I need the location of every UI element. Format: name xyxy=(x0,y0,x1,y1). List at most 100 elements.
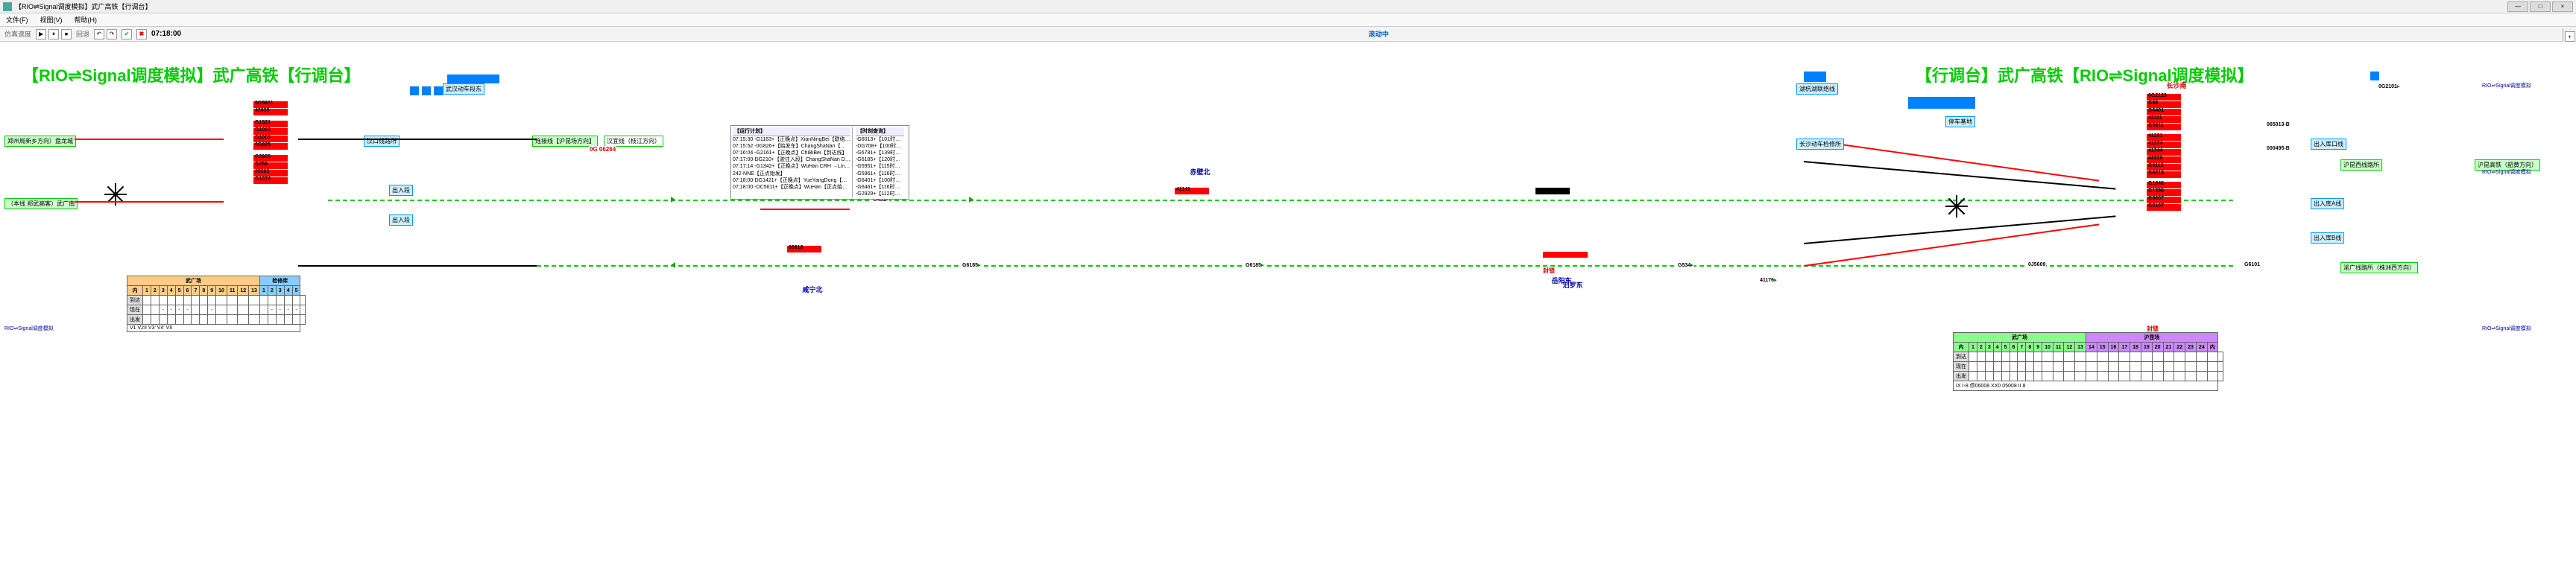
conn-r-9[interactable]: 渝广线路所（株洲西方向） xyxy=(2340,262,2418,273)
conn-r-7[interactable]: 出入库A线 xyxy=(2311,198,2344,209)
train-g534[interactable]: G534 xyxy=(1677,262,1694,268)
redo-button[interactable]: ↷ xyxy=(107,29,117,39)
seg[interactable] xyxy=(760,209,850,210)
plat-lbl: 05202 xyxy=(255,169,269,174)
mainline-down[interactable] xyxy=(328,265,2236,267)
conn-r-8[interactable]: 出入库B线 xyxy=(2311,232,2344,244)
titlebar: 【RIO⇌Signal调度模拟】武广高铁【行调台】 — □ × xyxy=(0,0,2576,13)
conn-left-7[interactable]: 出入段 xyxy=(389,214,413,226)
conn-left-4[interactable]: 汉口线路所 xyxy=(364,136,400,147)
conn-r-2[interactable]: 长沙动车检修所 xyxy=(1796,139,1844,150)
hub-sq[interactable] xyxy=(2370,72,2379,80)
link-rio-1[interactable]: RIO⇌Signal调度模拟 xyxy=(2482,82,2531,89)
history-group: ↶ ↷ xyxy=(94,29,117,39)
link-rio-2[interactable]: RIO⇌Signal调度模拟 xyxy=(2482,168,2531,176)
undo-button[interactable]: ↶ xyxy=(94,29,104,39)
close-button[interactable]: × xyxy=(2552,1,2573,12)
station-name: 长沙南 xyxy=(2139,80,2214,90)
closed-label: 封锁 xyxy=(1543,267,1555,275)
menu-view[interactable]: 视图(V) xyxy=(37,15,66,25)
app-icon xyxy=(3,2,12,11)
plat-lbl: G356 xyxy=(255,162,268,167)
menu-file[interactable]: 文件(F) xyxy=(3,15,31,25)
pause-button[interactable]: ⏸ xyxy=(48,29,59,39)
conn-left-8[interactable]: 连接线【沪昆场方向】 xyxy=(532,136,598,147)
plat-lbl: G1003 xyxy=(255,127,271,133)
sched-hdr-right: 【时刻查询】 xyxy=(856,127,904,136)
hub-blk-1[interactable] xyxy=(1804,72,1826,82)
train-g6185b[interactable]: G6185 xyxy=(1245,262,1265,268)
station-name: 咸宁北 xyxy=(775,285,850,294)
playback-group: ▶ ⏸ ⏹ xyxy=(36,29,72,39)
station-name: 汨罗东 xyxy=(1528,280,1617,290)
maximize-button[interactable]: □ xyxy=(2530,1,2551,12)
train-0g2101[interactable]: 0G2101 xyxy=(2378,83,2400,89)
conn-left-1[interactable]: 郑州局新乡方向）盘龙城 xyxy=(4,136,76,147)
sim-clock: 07:18:00 xyxy=(151,30,181,38)
plat-lbl: 05616 xyxy=(789,245,803,250)
station-name: 赤壁北 xyxy=(1170,167,1230,177)
conn-left-6[interactable]: 出入段 xyxy=(389,185,413,196)
depot-sq-2[interactable] xyxy=(422,86,431,95)
plat-lbl: 0G825 xyxy=(255,142,271,147)
conn-r-1[interactable]: 湖杭湖联络线 xyxy=(1796,83,1838,95)
dir-arrow xyxy=(671,262,675,268)
seg-b2[interactable] xyxy=(298,265,537,267)
plat-lbl: G1274 xyxy=(255,177,271,182)
plat-lbl: 41141 xyxy=(1176,187,1190,192)
link-rio-3[interactable]: RIO⇌Signal调度模拟 xyxy=(2482,325,2531,332)
toolbar: 仿真速度 ▶ ⏸ ⏹ 回退 ↶ ↷ ✔ ✖ 07:18:00 滚动中 xyxy=(0,27,2576,42)
plat-lbl: G2925 xyxy=(255,154,271,159)
plat-lbl: 42635 xyxy=(255,108,269,113)
seg[interactable] xyxy=(1543,252,1588,258)
play-button[interactable]: ▶ xyxy=(36,29,46,39)
panel-title-left: 【RIO⇌Signal调度模拟】武广高铁【行调台】 xyxy=(22,63,361,86)
depot-sq-1[interactable] xyxy=(410,86,419,95)
window-controls: — □ × xyxy=(2507,1,2573,12)
zoom-in-button[interactable]: + xyxy=(2565,31,2575,42)
train-065013b[interactable]: 065013-B xyxy=(2266,122,2291,127)
schedule-popup[interactable]: 【运行计划】 07:15:30 -G1163+【正晚点】XianNingBei【… xyxy=(730,125,909,200)
sched-hdr-left: 【运行计划】 xyxy=(733,127,850,136)
conn-r-4[interactable]: 停车基地 xyxy=(1945,116,1975,127)
menu-help[interactable]: 帮助(H) xyxy=(72,15,101,25)
track-canvas[interactable]: 【RIO⇌Signal调度模拟】武广高铁【行调台】 【行调台】武广高铁【RIO⇌… xyxy=(0,42,2576,557)
sched-col-plan: 【运行计划】 07:15:30 -G1163+【正晚点】XianNingBei【… xyxy=(733,127,850,191)
occupancy-table-left[interactable]: 武广场检修库 内1234567891011121312345 到达 现在----… xyxy=(127,276,306,332)
minimize-button[interactable]: — xyxy=(2507,1,2528,12)
plat-lbl: 0G5611 xyxy=(255,101,274,106)
conn-left-3[interactable]: （本线 郑武高客）武广南 xyxy=(4,198,78,209)
train-000495b[interactable]: 000495-B xyxy=(2266,146,2291,151)
cancel-button[interactable]: ✖ xyxy=(136,29,147,39)
seg-r1[interactable] xyxy=(75,139,224,140)
train-g6101[interactable]: G6101 xyxy=(2244,262,2261,267)
menubar: 文件(F) 视图(V) 帮助(H) xyxy=(0,13,2576,27)
hub-blk-2[interactable] xyxy=(1908,97,1975,109)
seg-b1[interactable] xyxy=(298,139,537,140)
plat-lbl: G1003 xyxy=(255,135,271,140)
train-g6185[interactable]: G6185 xyxy=(962,262,982,268)
dir-arrow xyxy=(671,197,675,203)
dir-arrow xyxy=(969,197,973,203)
conn-left-extra[interactable]: 汉宜线（枝江方向） xyxy=(604,136,663,147)
train-41176[interactable]: 41176 xyxy=(1759,277,1778,283)
speed-label: 仿真速度 xyxy=(4,29,31,39)
stop-button[interactable]: ⏹ xyxy=(61,29,72,39)
compass-right xyxy=(1945,195,1968,217)
seg-r2[interactable] xyxy=(75,201,224,203)
conn-left-5[interactable]: 武汉动车段东 xyxy=(443,83,484,95)
confirm-button[interactable]: ✔ xyxy=(121,29,132,39)
link-rio-4[interactable]: RIO⇌Signal调度模拟 xyxy=(4,325,54,332)
conn-r-5[interactable]: 沪昆西线路所 xyxy=(2340,159,2382,171)
plat-lbl: G1521 xyxy=(255,120,271,125)
conn-r-3[interactable]: 出入库口线 xyxy=(2311,139,2346,150)
sched-col-query: 【时刻查询】 -G6013+【101时刻表】 -DG708+【100时刻表】 -… xyxy=(852,127,904,197)
depot-block-1[interactable] xyxy=(447,74,499,83)
window-title: 【RIO⇌Signal调度模拟】武广高铁【行调台】 xyxy=(15,1,152,11)
rewind-label: 回退 xyxy=(76,29,89,39)
seg[interactable] xyxy=(1804,215,2116,244)
train-0j5609[interactable]: 0J5609 xyxy=(2027,262,2046,267)
depot-sq-3[interactable] xyxy=(434,86,443,95)
occupancy-table-right[interactable]: 武广场沪昆场 内12345678910111213141516171819202… xyxy=(1953,332,2223,391)
tag-0g06264: 0G 06264 xyxy=(589,146,616,153)
